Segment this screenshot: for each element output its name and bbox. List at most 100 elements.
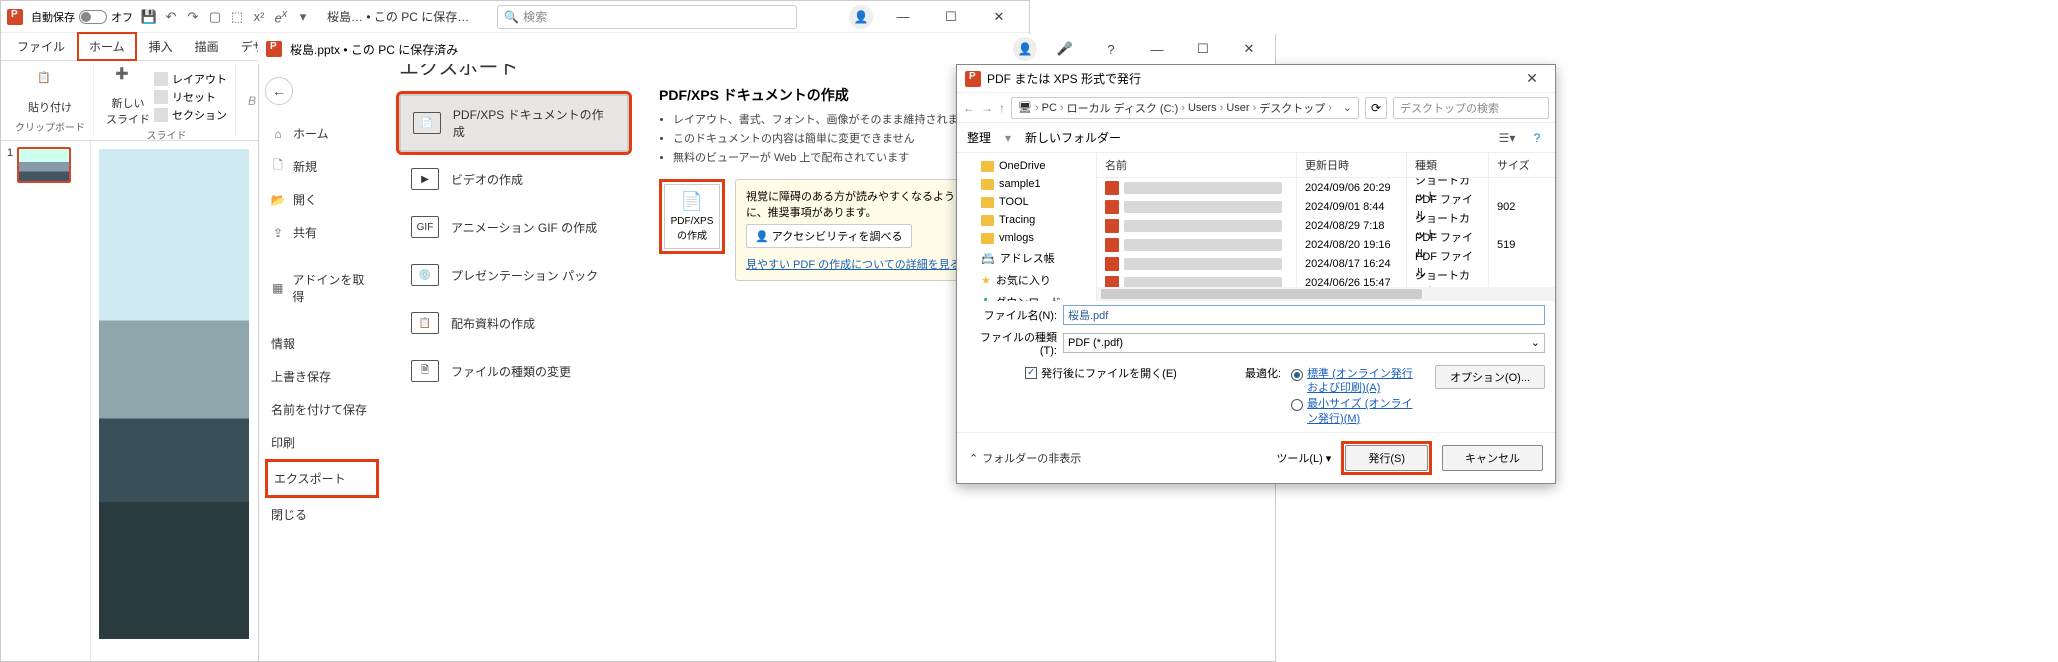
col-name[interactable]: 名前 <box>1097 153 1297 177</box>
check-accessibility-button[interactable]: 👤 アクセシビリティを調べる <box>746 224 912 248</box>
nav-addin[interactable]: ▦アドインを取得 <box>265 263 379 313</box>
radio-minimum[interactable]: 最小サイズ (オンライン発行)(M) <box>1291 397 1415 426</box>
scrollbar-thumb[interactable] <box>1101 289 1422 299</box>
chevron-down-icon[interactable]: ▾ <box>1005 131 1011 145</box>
touch-mode-icon[interactable]: ⬚ <box>229 9 245 25</box>
organize-button[interactable]: 整理 <box>967 129 991 146</box>
slide-thumbnail-1[interactable]: 1 <box>7 147 84 183</box>
nav-home[interactable]: ⌂ホーム <box>265 117 379 150</box>
tab-home[interactable]: ホーム <box>77 32 137 61</box>
italic-icon[interactable]: ex <box>273 9 289 25</box>
more-icon[interactable]: ▾ <box>295 9 311 25</box>
publish-button[interactable]: 発行(S) <box>1345 445 1428 471</box>
file-date: 2024/09/01 8:44 <box>1297 197 1407 217</box>
col-size[interactable]: サイズ <box>1489 153 1555 177</box>
toggle-pill[interactable] <box>79 10 107 24</box>
new-slide-button[interactable]: ➕ 新しい スライド <box>106 67 150 127</box>
nav-fwd-icon[interactable]: → <box>981 101 993 115</box>
folder-search-input[interactable]: デスクトップの検索 <box>1393 97 1549 119</box>
filetype-select[interactable]: PDF (*.pdf)⌄ <box>1063 333 1545 353</box>
newfolder-button[interactable]: 新しいフォルダー <box>1025 129 1121 146</box>
account-avatar[interactable]: 👤 <box>849 5 873 29</box>
file-rows[interactable]: 2024/09/06 20:29ショートカット2024/09/01 8:44PD… <box>1097 178 1555 287</box>
search-box[interactable]: 🔍 検索 <box>497 5 797 29</box>
bc-drive[interactable]: ローカル ディスク (C:) <box>1067 100 1179 116</box>
account-avatar[interactable]: 👤 <box>1013 37 1037 61</box>
horizontal-scrollbar[interactable] <box>1097 287 1555 301</box>
undo-icon[interactable]: ↶ <box>163 9 179 25</box>
superscript-icon[interactable]: x² <box>251 9 267 25</box>
export-video[interactable]: ▶ビデオの作成 <box>399 158 629 200</box>
export-gif[interactable]: GIFアニメーション GIF の作成 <box>399 206 629 248</box>
col-date[interactable]: 更新日時 <box>1297 153 1407 177</box>
close-icon[interactable]: ✕ <box>981 5 1017 29</box>
create-pdfxps-button[interactable]: 📄 PDF/XPSの作成 <box>664 184 720 249</box>
folder-icon <box>981 215 994 226</box>
bc-desktop[interactable]: デスクトップ <box>1259 100 1325 116</box>
paste-button[interactable]: 📋 貼り付け <box>28 71 72 115</box>
nav-back-icon[interactable]: ← <box>963 101 975 115</box>
open-after-checkbox[interactable]: ✓ 発行後にファイルを開く(E) <box>1025 365 1177 381</box>
tree-onedrive[interactable]: OneDrive <box>957 157 1096 175</box>
export-package[interactable]: 💿プレゼンテーション パック <box>399 254 629 296</box>
tree-favorites[interactable]: ★お気に入り <box>957 269 1096 291</box>
autosave-toggle[interactable]: 自動保存 オフ <box>31 9 133 25</box>
col-type[interactable]: 種類 <box>1407 153 1489 177</box>
nav-new[interactable]: 🗋新規 <box>265 150 379 183</box>
bc-users[interactable]: Users <box>1188 102 1217 114</box>
close-icon[interactable]: ✕ <box>1231 37 1267 61</box>
nav-share[interactable]: ⇪共有 <box>265 216 379 249</box>
slideshow-icon[interactable]: ▢ <box>207 9 223 25</box>
hide-folders-toggle[interactable]: ⌃フォルダーの非表示 <box>969 450 1081 466</box>
file-list-header[interactable]: 名前 更新日時 種類 サイズ <box>1097 153 1555 178</box>
maximize-icon[interactable]: ☐ <box>1185 37 1221 61</box>
export-handout[interactable]: 📋配布資料の作成 <box>399 302 629 344</box>
layout-button[interactable]: レイアウト <box>154 71 227 87</box>
nav-info[interactable]: 情報 <box>265 327 379 360</box>
help-icon[interactable]: ? <box>1093 37 1129 61</box>
tree-tracing[interactable]: Tracing <box>957 211 1096 229</box>
mic-icon[interactable]: 🎤 <box>1047 37 1083 61</box>
nav-close[interactable]: 閉じる <box>265 498 379 531</box>
maximize-icon[interactable]: ☐ <box>933 5 969 29</box>
tree-addressbook[interactable]: 📇アドレス帳 <box>957 247 1096 269</box>
nav-export[interactable]: エクスポート <box>265 459 379 498</box>
accessibility-link[interactable]: 見やすい PDF の作成についての詳細を見る <box>746 256 968 272</box>
bc-user[interactable]: User <box>1226 102 1249 114</box>
nav-open[interactable]: 📂開く <box>265 183 379 216</box>
section-button[interactable]: セクション <box>154 107 227 123</box>
breadcrumb-dropdown-icon[interactable]: ⌄ <box>1343 101 1352 114</box>
breadcrumb[interactable]: 🖥 › PC› ローカル ディスク (C:)› Users› User› デスク… <box>1011 97 1359 119</box>
nav-saveas[interactable]: 名前を付けて保存 <box>265 393 379 426</box>
dialog-close-icon[interactable]: ✕ <box>1517 70 1547 87</box>
help-icon[interactable]: ? <box>1529 130 1545 146</box>
tab-file[interactable]: ファイル <box>7 34 75 59</box>
back-button[interactable]: ← <box>265 77 293 105</box>
export-pdfxps[interactable]: 📄PDF/XPS ドキュメントの作成 <box>399 94 629 152</box>
options-button[interactable]: オプション(O)... <box>1435 365 1545 389</box>
tab-draw[interactable]: 描画 <box>185 34 229 59</box>
reset-button[interactable]: リセット <box>154 89 227 105</box>
tools-dropdown[interactable]: ツール(L)▾ <box>1276 450 1331 466</box>
export-changetype[interactable]: 🗎ファイルの種類の変更 <box>399 350 629 392</box>
bc-pc[interactable]: PC <box>1042 102 1057 114</box>
tree-vmlogs[interactable]: vmlogs <box>957 229 1096 247</box>
tree-downloads[interactable]: ⬇ダウンロード <box>957 291 1096 301</box>
save-icon[interactable]: 💾 <box>141 9 157 25</box>
nav-save[interactable]: 上書き保存 <box>265 360 379 393</box>
tree-sample1[interactable]: sample1 <box>957 175 1096 193</box>
file-size: 519 <box>1489 235 1555 255</box>
view-mode-icon[interactable]: ☰▾ <box>1499 130 1515 146</box>
folder-tree[interactable]: OneDrive sample1 TOOL Tracing vmlogs 📇アド… <box>957 153 1097 301</box>
minimize-icon[interactable]: — <box>885 5 921 29</box>
tab-insert[interactable]: 挿入 <box>139 34 183 59</box>
refresh-icon[interactable]: ⟳ <box>1365 97 1387 119</box>
radio-standard[interactable]: 標準 (オンライン発行および印刷)(A) <box>1291 367 1415 396</box>
tree-tool[interactable]: TOOL <box>957 193 1096 211</box>
minimize-icon[interactable]: — <box>1139 37 1175 61</box>
filename-input[interactable] <box>1063 305 1545 325</box>
nav-print[interactable]: 印刷 <box>265 426 379 459</box>
nav-up-icon[interactable]: ↑ <box>999 101 1005 115</box>
cancel-button[interactable]: キャンセル <box>1442 445 1543 471</box>
redo-icon[interactable]: ↷ <box>185 9 201 25</box>
